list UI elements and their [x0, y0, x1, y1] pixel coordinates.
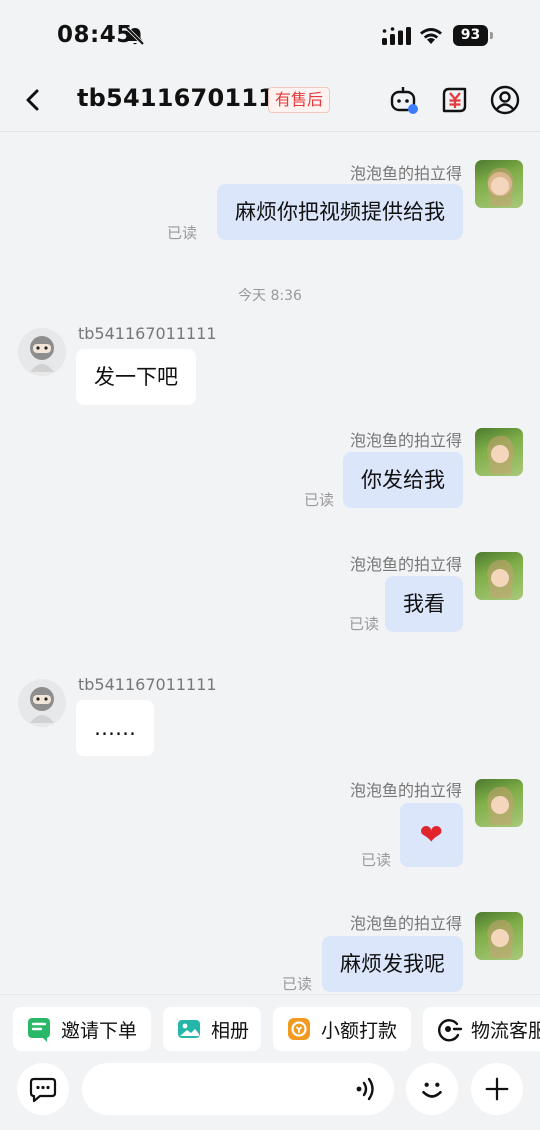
message-input[interactable] [82, 1063, 394, 1115]
cellular-signal-icon [382, 27, 411, 45]
sender-name: 泡泡鱼的拍立得 [349, 164, 462, 183]
status-time: 08:45 [57, 22, 133, 48]
message-outgoing: 泡泡鱼的拍立得 麻烦你把视频提供给我 已读 [0, 132, 540, 242]
emoji-button[interactable] [406, 1063, 458, 1115]
back-icon[interactable] [18, 85, 48, 115]
message-outgoing: 泡泡鱼的拍立得 我看 已读 [0, 551, 540, 641]
message-bubble[interactable]: 我看 [385, 576, 463, 632]
read-status: 已读 [167, 224, 198, 242]
logistics-service-icon [438, 1019, 463, 1042]
chat-messages: 泡泡鱼的拍立得 麻烦你把视频提供给我 已读 今天 8:36 tb54116701… [0, 132, 540, 994]
small-payment-button[interactable]: 小额打款 [273, 1007, 411, 1051]
user-profile-icon[interactable] [489, 84, 521, 116]
chat-bubble-icon [29, 1077, 57, 1103]
message-outgoing: 泡泡鱼的拍立得 麻烦发我呢 已读 [0, 910, 540, 994]
sender-name: 泡泡鱼的拍立得 [349, 431, 462, 450]
seller-avatar[interactable] [18, 328, 66, 376]
chip-label: 邀请下单 [61, 1019, 138, 1042]
message-bubble[interactable]: 麻烦发我呢 [322, 936, 463, 992]
after-sale-badge[interactable]: 有售后 [268, 87, 331, 113]
read-status: 已读 [304, 491, 335, 509]
message-outgoing: 泡泡鱼的拍立得 ❤ 已读 [0, 777, 540, 872]
order-invite-icon [28, 1018, 50, 1042]
my-avatar[interactable] [475, 160, 523, 208]
read-status: 已读 [282, 975, 313, 993]
chat-header: tb541167011111 有售后 [0, 70, 540, 132]
message-incoming: tb541167011111 …… [0, 673, 540, 763]
plus-icon [485, 1077, 509, 1101]
sender-name: tb541167011111 [78, 324, 217, 343]
robot-assistant-icon[interactable] [388, 84, 420, 116]
my-avatar[interactable] [475, 428, 523, 476]
album-button[interactable]: 相册 [163, 1007, 261, 1051]
read-status: 已读 [349, 615, 380, 633]
more-actions-button[interactable] [471, 1063, 523, 1115]
invite-order-button[interactable]: 邀请下单 [13, 1007, 151, 1051]
seller-avatar[interactable] [18, 679, 66, 727]
message-bubble[interactable]: 你发给我 [343, 452, 463, 508]
wifi-icon [420, 28, 442, 44]
chip-label: 小额打款 [321, 1019, 398, 1042]
my-avatar[interactable] [475, 779, 523, 827]
chip-label: 物流客服 [471, 1019, 540, 1042]
voice-input-icon[interactable] [354, 1076, 380, 1102]
battery-indicator: 93 [453, 25, 493, 46]
sender-name: 泡泡鱼的拍立得 [349, 781, 462, 800]
message-bubble[interactable]: 麻烦你把视频提供给我 [217, 184, 463, 240]
message-input-bar [0, 1056, 540, 1130]
smiley-icon [422, 1082, 442, 1098]
message-outgoing: 泡泡鱼的拍立得 你发给我 已读 [0, 427, 540, 517]
my-avatar[interactable] [475, 912, 523, 960]
message-bubble[interactable]: …… [76, 700, 154, 756]
message-incoming: tb541167011111 发一下吧 [0, 322, 540, 412]
battery-level: 93 [453, 25, 488, 46]
time-separator: 今天 8:36 [238, 288, 302, 304]
album-icon [178, 1020, 200, 1038]
sender-name: tb541167011111 [78, 675, 217, 694]
refund-icon[interactable] [439, 84, 471, 116]
status-bar: 08:45 93 [0, 0, 540, 70]
bell-muted-icon [125, 26, 145, 46]
chip-label: 相册 [211, 1019, 250, 1042]
my-avatar[interactable] [475, 552, 523, 600]
logistics-service-button[interactable]: 物流客服 [423, 1007, 540, 1051]
sender-name: 泡泡鱼的拍立得 [349, 914, 462, 933]
payment-icon [288, 1018, 310, 1040]
read-status: 已读 [361, 851, 392, 869]
message-bubble[interactable]: 发一下吧 [76, 349, 196, 405]
quick-reply-button[interactable] [17, 1063, 69, 1115]
quick-actions-bar: 邀请下单 相册 小额打款 物流客服 [0, 994, 540, 1056]
message-bubble[interactable]: ❤ [399, 803, 463, 867]
sender-name: 泡泡鱼的拍立得 [349, 555, 462, 574]
